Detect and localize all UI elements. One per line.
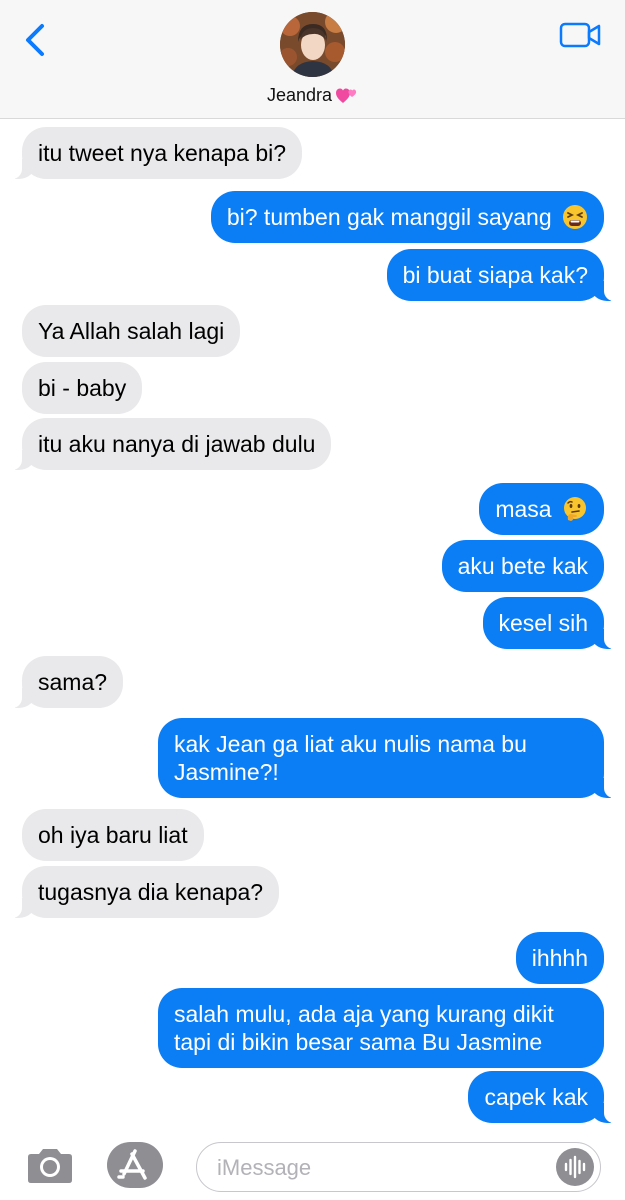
avatar-photo: [280, 12, 345, 77]
chevron-left-icon: [26, 24, 44, 56]
imessage-input[interactable]: [196, 1142, 601, 1192]
contact-name[interactable]: Jeandra: [0, 85, 625, 106]
message-received[interactable]: itu tweet nya kenapa bi?: [11, 127, 303, 179]
message-text: bi - baby: [38, 375, 127, 401]
audio-waveform-icon: [564, 1155, 586, 1179]
message-composer: [0, 1129, 625, 1200]
message-text: sama?: [38, 669, 108, 695]
message-sent[interactable]: aku bete kak: [441, 540, 604, 592]
message-text: bi buat siapa kak?: [402, 262, 588, 288]
audio-message-button[interactable]: [556, 1148, 594, 1186]
message-text: Ya Allah salah lagi: [38, 318, 225, 344]
thinking-face-emoji: [564, 497, 586, 521]
message-text: tugasnya dia kenapa?: [38, 879, 264, 905]
camera-button[interactable]: [24, 1147, 76, 1185]
message-received[interactable]: sama?: [11, 656, 124, 708]
message-text: capek kak: [484, 1084, 588, 1110]
message-text: aku bete kak: [457, 553, 588, 579]
message-sent[interactable]: kak Jean ga liat aku nulis nama bu Jasmi…: [158, 718, 614, 798]
message-text: masa: [495, 496, 552, 522]
imessage-text-field[interactable]: [217, 1153, 537, 1183]
conversation-header: Jeandra: [0, 0, 625, 119]
message-text: salah mulu, ada aja yang kurang dikit ta…: [174, 1001, 554, 1055]
video-call-button[interactable]: [559, 20, 603, 50]
message-received[interactable]: oh iya baru liat: [22, 809, 204, 861]
message-received[interactable]: itu aku nanya di jawab dulu: [11, 418, 332, 470]
message-sent[interactable]: bi buat siapa kak?: [386, 249, 615, 301]
message-text: itu tweet nya kenapa bi?: [38, 140, 287, 166]
message-sent[interactable]: ihhhh: [515, 932, 604, 984]
message-received[interactable]: Ya Allah salah lagi: [22, 305, 241, 357]
message-text: ihhhh: [531, 945, 588, 971]
video-camera-icon: [559, 22, 601, 48]
back-button[interactable]: [22, 20, 52, 60]
tired-face-emoji: [563, 205, 587, 229]
camera-icon: [28, 1149, 72, 1183]
message-text: oh iya baru liat: [38, 822, 188, 848]
message-sent[interactable]: bi? tumben gak manggil sayang: [210, 191, 604, 243]
message-thread[interactable]: itu tweet nya kenapa bi? bi? tumben gak …: [0, 119, 625, 1129]
app-store-button[interactable]: [107, 1142, 163, 1188]
message-text: kak Jean ga liat aku nulis nama bu Jasmi…: [174, 731, 527, 785]
message-sent[interactable]: salah mulu, ada aja yang kurang dikit ta…: [158, 988, 604, 1068]
contact-avatar[interactable]: [280, 12, 345, 77]
message-received[interactable]: tugasnya dia kenapa?: [11, 866, 280, 918]
message-sent[interactable]: masa: [479, 483, 604, 535]
two-hearts-icon: [336, 88, 357, 103]
message-text: bi? tumben gak manggil sayang: [226, 204, 552, 230]
message-text: itu aku nanya di jawab dulu: [38, 431, 316, 457]
message-text: kesel sih: [498, 610, 588, 636]
app-store-icon: [117, 1149, 147, 1180]
message-sent[interactable]: kesel sih: [482, 597, 615, 649]
message-sent[interactable]: capek kak: [468, 1071, 614, 1123]
message-received[interactable]: bi - baby: [22, 362, 143, 414]
contact-name-label: Jeandra: [266, 85, 333, 105]
